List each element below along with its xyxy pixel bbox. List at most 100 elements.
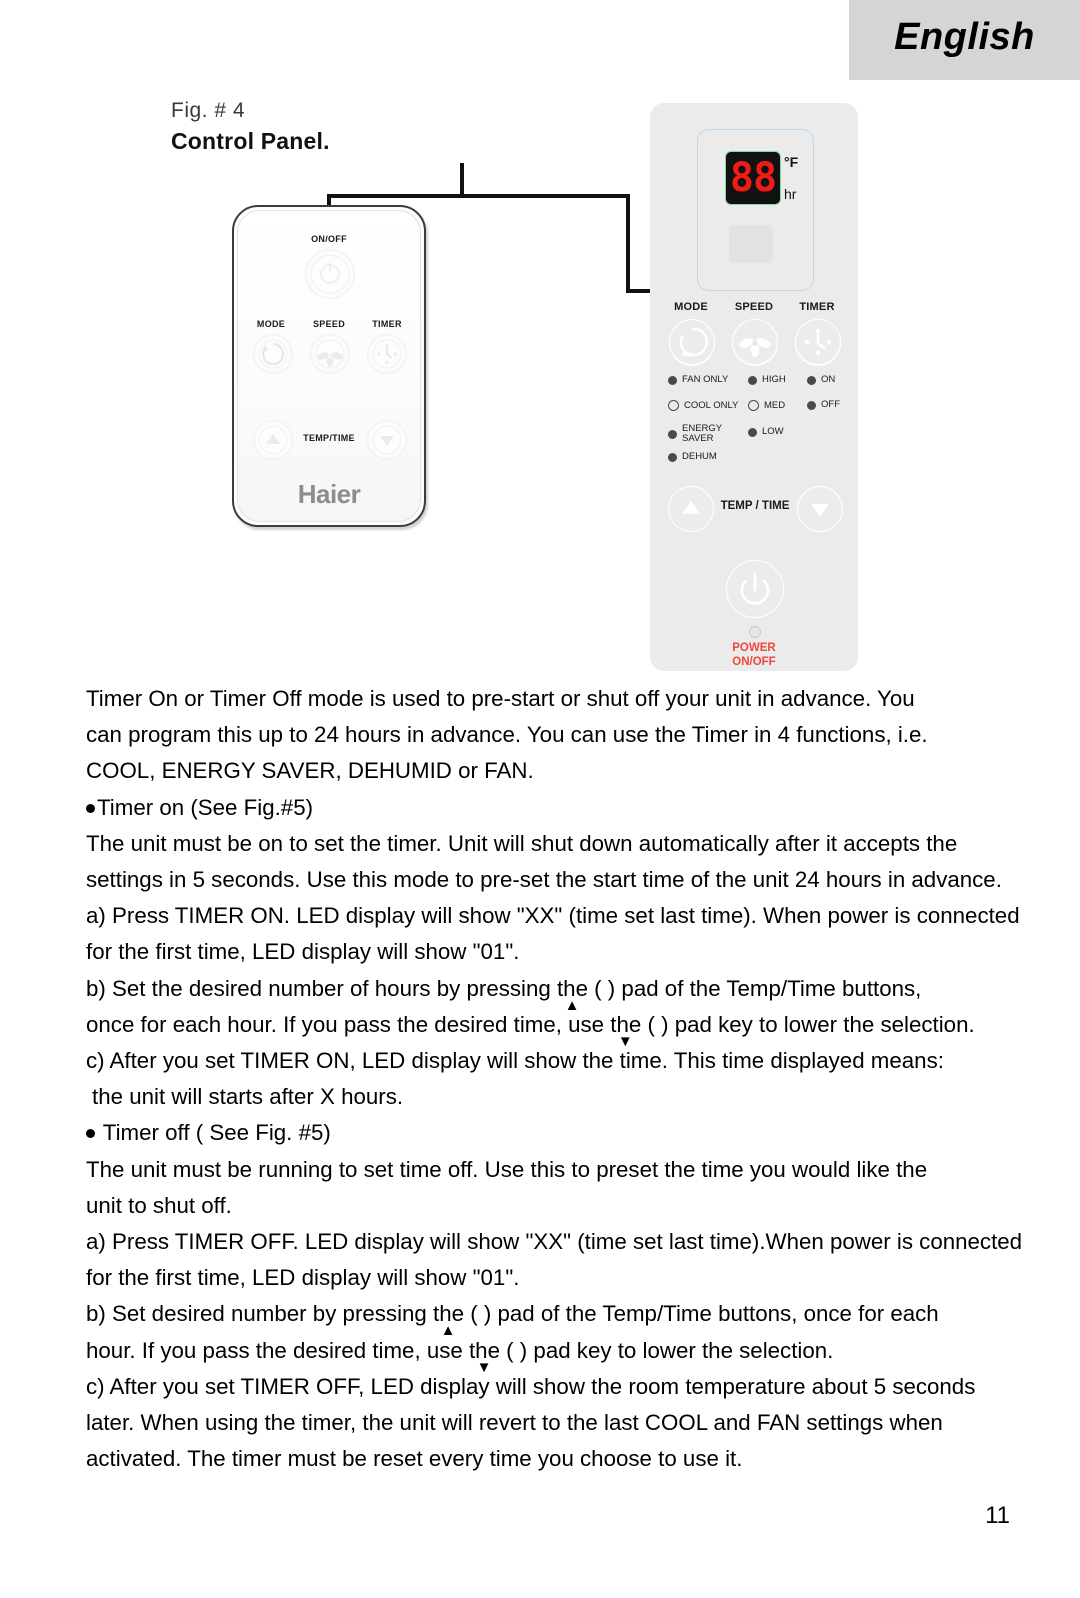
indicator-timer-on: ON xyxy=(807,375,835,385)
mode-cycle-icon xyxy=(258,339,288,369)
heading-text: Timer off ( See Fig. #5) xyxy=(102,1120,331,1146)
text-part: e ( ) pad key to lower the selection. xyxy=(487,1337,834,1363)
remote-mode-label: MODE xyxy=(256,319,286,329)
timer-on-heading: Timer on (See Fig.#5) xyxy=(86,790,1054,826)
ir-receiver-window xyxy=(729,225,773,263)
text-part: e ( ) pad of the Temp/Time buttons, xyxy=(575,975,922,1001)
indicator-high: HIGH xyxy=(748,375,786,385)
paragraph-line: Timer On or Timer Off mode is used to pr… xyxy=(86,686,915,711)
arrow-down-icon xyxy=(811,504,829,517)
paragraph-line: c) After you set TIMER ON, LED display w… xyxy=(86,1048,944,1074)
heading-text: Timer on (See Fig.#5) xyxy=(97,794,314,820)
power-indicator-led xyxy=(749,626,761,638)
panel-mode-button[interactable] xyxy=(669,319,715,365)
fan-icon xyxy=(315,339,345,369)
led-display: 88 xyxy=(725,151,781,205)
panel-mode-label: MODE xyxy=(674,301,708,313)
indicator-dot xyxy=(807,400,816,410)
indicator-energy-saver: ENERGY SAVER xyxy=(668,424,722,444)
paragraph-line: later. When using the timer, the unit wi… xyxy=(86,1410,943,1436)
arrow-down-icon xyxy=(372,425,402,455)
paragraph-line: can program this up to 24 hours in advan… xyxy=(86,722,928,748)
unit-fahrenheit-label: °F xyxy=(784,154,799,170)
bullet-icon xyxy=(86,803,95,813)
remote-speed-button[interactable] xyxy=(310,334,350,374)
text-part: b) Set desired number by pressing th xyxy=(86,1301,452,1327)
paragraph-line: The unit must be on to set the timer. Un… xyxy=(86,830,958,856)
clock-icon xyxy=(804,328,832,356)
power-label-line1: POWER xyxy=(732,642,776,654)
remote-mode-button[interactable] xyxy=(253,334,293,374)
indicator-label: MED xyxy=(764,399,786,411)
paragraph-line: COOL, ENERGY SAVER, DEHUMID or FAN. xyxy=(86,758,534,784)
unit-hour-label: hr xyxy=(784,186,797,202)
language-band: English xyxy=(849,0,1080,80)
panel-timer-label: TIMER xyxy=(799,301,835,313)
panel-speed-label: SPEED xyxy=(734,301,774,313)
indicator-dot xyxy=(807,375,816,385)
display-frame: 88 °F hr xyxy=(697,129,814,291)
arrow-up-icon xyxy=(258,425,288,455)
paragraph-line: c) After you set TIMER OFF, LED display … xyxy=(86,1373,976,1399)
paragraph-line: a) Press TIMER OFF. LED display will sho… xyxy=(86,1229,1023,1255)
timer-off-heading: Timer off ( See Fig. #5) xyxy=(86,1115,1054,1151)
indicator-timer-off: OFF xyxy=(807,400,840,410)
remote-timer-label: TIMER xyxy=(372,319,402,329)
indicator-label: DEHUM xyxy=(682,451,717,462)
remote-on-off-button[interactable] xyxy=(305,249,355,299)
panel-speed-button[interactable] xyxy=(732,319,778,365)
indicator-label: FAN ONLY xyxy=(682,374,729,385)
control-panel-figure: ON/OFF MODE SPEED TIMER TEMP/TIME Haier … xyxy=(150,95,910,675)
indicator-label: COOL ONLY xyxy=(684,399,739,411)
indicator-dot xyxy=(748,427,757,437)
manual-body-text: Timer On or Timer Off mode is used to pr… xyxy=(86,681,1054,1477)
leader-line-right-drop xyxy=(626,194,630,293)
haier-logo: Haier xyxy=(297,479,361,509)
indicator-dot xyxy=(668,452,677,462)
paragraph-line: activated. The timer must be reset every… xyxy=(86,1446,743,1472)
indicator-dot xyxy=(748,375,757,385)
leader-line-horizontal-top xyxy=(327,194,630,198)
remote-on-off-label: ON/OFF xyxy=(311,234,347,244)
paragraph-line: the unit will starts after X hours. xyxy=(92,1084,404,1110)
paragraph-line: a) Press TIMER ON. LED display will show… xyxy=(86,903,1020,929)
text-part: e ( ) pad key to lower the selection. xyxy=(628,1011,975,1037)
panel-temp-down-button[interactable] xyxy=(797,486,843,532)
fan-icon xyxy=(739,338,771,357)
indicator-dot xyxy=(748,400,759,411)
remote-temp-up-button[interactable] xyxy=(253,420,293,460)
paragraph-line: b) Set the desired number of hours by pr… xyxy=(86,975,922,1014)
indicator-label: OFF xyxy=(821,399,840,410)
bullet-icon xyxy=(86,1129,95,1139)
panel-timer-button[interactable] xyxy=(795,319,841,365)
page-number: 11 xyxy=(985,1502,1010,1529)
power-on-off-label: POWER ON/OFF xyxy=(703,641,805,669)
paragraph-line: The unit must be running to set time off… xyxy=(86,1156,928,1182)
clock-icon xyxy=(372,339,402,369)
indicator-dot xyxy=(668,400,679,411)
indicator-label: HIGH xyxy=(762,374,786,385)
text-part: hour. If you pass the desired time, use … xyxy=(86,1337,488,1363)
indicator-label: ON xyxy=(821,374,836,385)
power-icon xyxy=(740,572,770,605)
indicator-dot xyxy=(668,429,677,439)
indicator-label-line2: SAVER xyxy=(682,433,714,444)
leader-line-stub-up xyxy=(460,163,464,197)
paragraph-line: hour. If you pass the desired time, use … xyxy=(86,1337,834,1376)
indicator-med: MED xyxy=(748,400,785,411)
led-digits: 88 xyxy=(729,155,777,201)
paragraph-line: b) Set desired number by pressing th ▲ e (… xyxy=(86,1301,939,1340)
indicator-fan-only: FAN ONLY xyxy=(668,375,728,385)
unit-control-panel: 88 °F hr MODE SPEED TIMER FAN ONLY COOL … xyxy=(650,103,858,671)
text-part: once for each hour. If you pass the desi… xyxy=(86,1011,629,1037)
text-part: e ( ) pad of the Temp/Time buttons, once… xyxy=(451,1301,939,1327)
paragraph-line: settings in 5 seconds. Use this mode to … xyxy=(86,867,1002,893)
paragraph-line: unit to shut off. xyxy=(86,1192,232,1218)
panel-power-button[interactable] xyxy=(726,560,784,618)
panel-temp-time-label: TEMP / TIME xyxy=(720,500,790,512)
power-label-line2: ON/OFF xyxy=(732,656,776,668)
remote-timer-button[interactable] xyxy=(367,334,407,374)
text-part: b) Set the desired number of hours by pr… xyxy=(86,975,576,1001)
mode-cycle-icon xyxy=(679,327,708,357)
remote-temp-down-button[interactable] xyxy=(367,420,407,460)
